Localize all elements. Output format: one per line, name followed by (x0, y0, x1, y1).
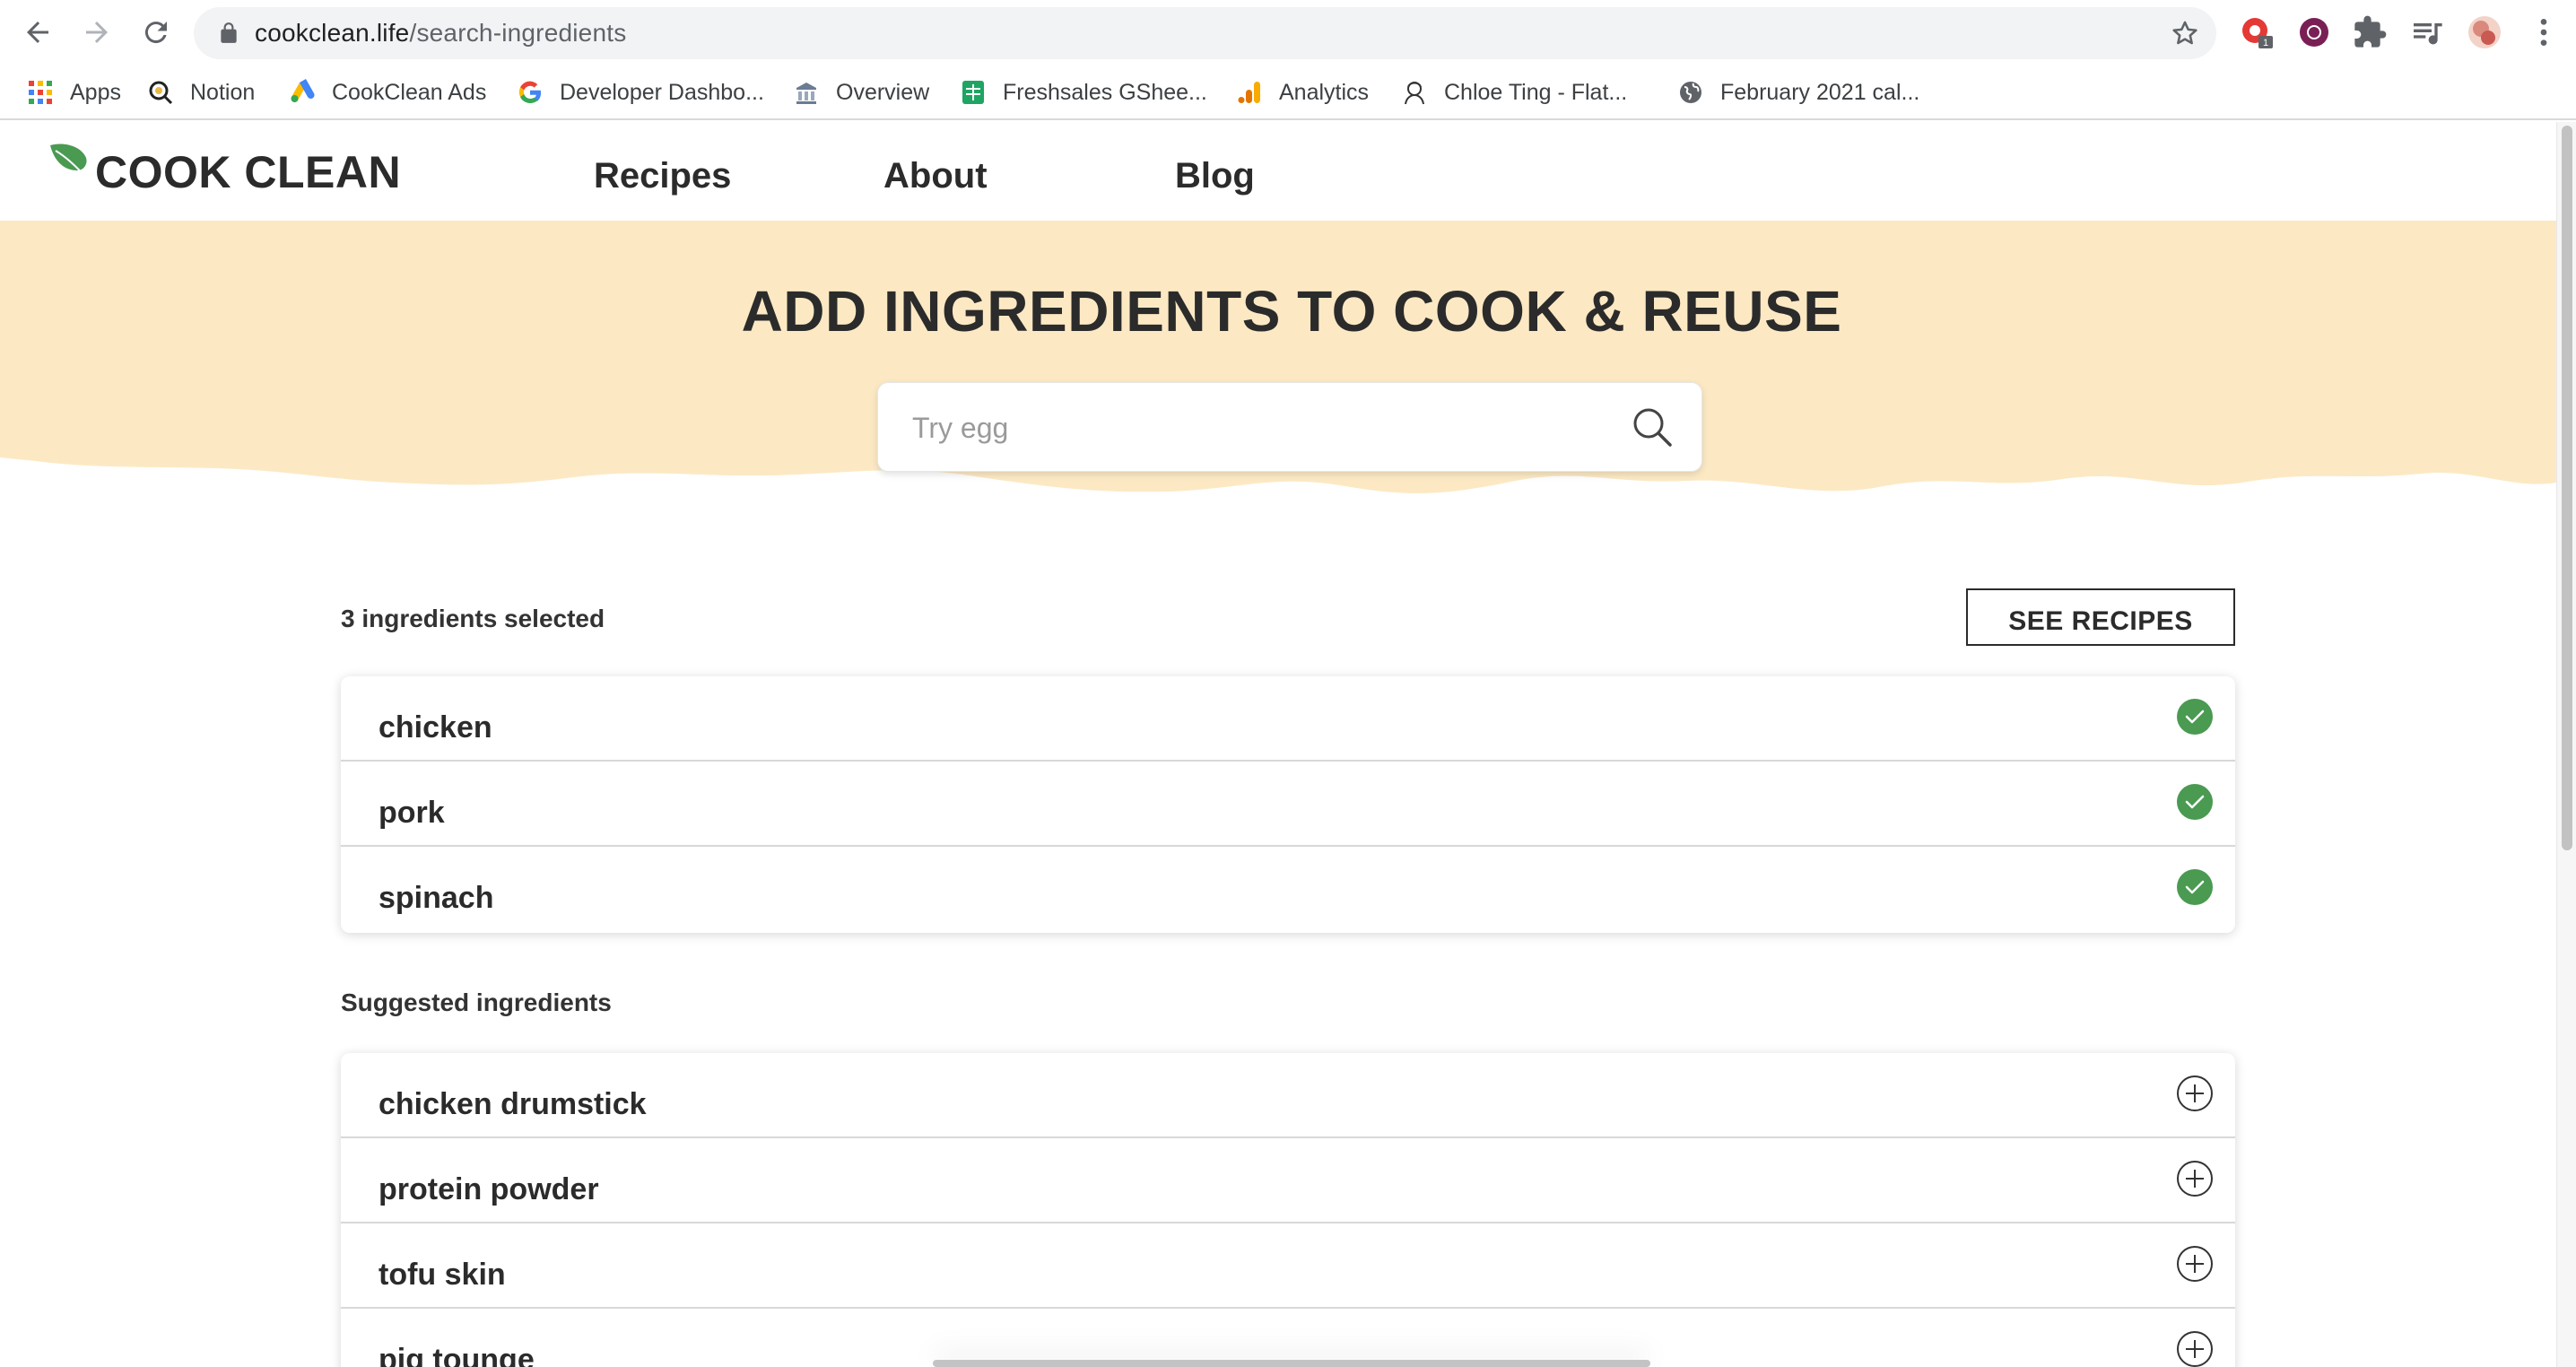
selected-count-label: 3 ingredients selected (341, 605, 605, 632)
hero-title: ADD INGREDIENTS TO COOK & REUSE (741, 279, 1842, 344)
nav-about[interactable]: About (883, 154, 988, 197)
bookmark-label: CookClean Ads (332, 79, 487, 105)
media-control-button[interactable] (2407, 13, 2447, 52)
ingredient-name: spinach (379, 881, 494, 915)
suggested-ingredient-row[interactable]: pig tounge (341, 1309, 2235, 1367)
page-viewport: COOK CLEAN Recipes About Blog ADD INGRED… (0, 122, 2576, 1367)
bookmark-february-calendar[interactable]: February 2021 cal... (1677, 74, 1919, 111)
address-bar[interactable]: cookclean.life/search-ingredients (194, 7, 2216, 59)
forward-button[interactable] (68, 4, 126, 61)
extension-red-icon: 1 (2242, 18, 2273, 48)
nav-recipes[interactable]: Recipes (594, 154, 731, 197)
site-header: COOK CLEAN Recipes About Blog (0, 122, 2556, 221)
plus-circle-icon[interactable] (2176, 1075, 2214, 1112)
apps-grid-icon (27, 79, 54, 106)
logo-text: COOK CLEAN (95, 147, 402, 197)
suggested-ingredient-row[interactable]: protein powder (341, 1138, 2235, 1223)
extensions-button[interactable] (2350, 13, 2389, 52)
arrow-left-icon (27, 22, 48, 43)
url-text[interactable]: cookclean.life/search-ingredients (255, 7, 626, 59)
playlist-icon (2414, 23, 2442, 45)
nav-blog[interactable]: Blog (1175, 154, 1255, 197)
plus-circle-icon[interactable] (2176, 1245, 2214, 1283)
url-host: cookclean.life (255, 19, 410, 47)
browser-menu-button[interactable] (2524, 13, 2563, 52)
google-sheets-icon (960, 79, 987, 106)
selected-ingredient-row[interactable]: chicken (341, 676, 2235, 762)
bookmark-label: Analytics (1279, 79, 1370, 105)
bookmark-label: Notion (190, 79, 256, 105)
search-icon[interactable] (1630, 405, 1675, 449)
bookmark-freshsales-gsheet[interactable]: Freshsales GShee... (960, 74, 1207, 111)
reload-icon (144, 22, 167, 44)
see-recipes-button[interactable]: SEE RECIPES (1966, 588, 2235, 646)
bookmark-developer-dashboard[interactable]: Developer Dashbo... (517, 74, 764, 111)
google-icon (517, 79, 544, 106)
suggested-ingredient-row[interactable]: tofu skin (341, 1223, 2235, 1309)
plus-circle-icon[interactable] (2176, 1160, 2214, 1197)
ingredient-name: tofu skin (379, 1258, 506, 1292)
suggested-ingredients-list: chicken drumstick protein powder tofu sk… (341, 1053, 2235, 1367)
page-scrollbar[interactable] (2556, 122, 2576, 1367)
extension-purple-button[interactable] (2294, 13, 2334, 52)
bookmark-label: Overview (836, 79, 930, 105)
bookmark-label: February 2021 cal... (1720, 79, 1920, 105)
selected-ingredient-row[interactable]: spinach (341, 847, 2235, 932)
bookmark-chloe-ting[interactable]: Chloe Ting - Flat... (1401, 74, 1627, 111)
bookmark-cookclean-ads[interactable]: CookClean Ads (289, 74, 486, 111)
ingredient-name: pork (379, 796, 445, 830)
leaf-icon (50, 144, 87, 178)
bookmark-notion[interactable]: Notion (147, 74, 255, 111)
suggested-label: Suggested ingredients (341, 988, 612, 1016)
chloe-ting-icon (1401, 79, 1428, 106)
check-circle-icon[interactable] (2176, 698, 2214, 736)
bookmark-label: Chloe Ting - Flat... (1444, 79, 1628, 105)
bookmark-apps[interactable]: Apps (27, 74, 121, 111)
selected-ingredient-row[interactable]: pork (341, 762, 2235, 847)
extension-badge-button[interactable]: 1 (2237, 13, 2276, 52)
kebab-menu-icon (2540, 19, 2547, 46)
google-ads-icon (289, 79, 316, 106)
bookmarks-bar: Apps Notion CookClean Ads Developer Dash… (0, 65, 2576, 120)
analytics-icon (1236, 79, 1263, 106)
ingredient-name: protein powder (379, 1172, 599, 1206)
plus-circle-icon[interactable] (2176, 1330, 2214, 1367)
ingredient-name: chicken drumstick (379, 1087, 647, 1121)
bookmark-star-icon[interactable] (2170, 18, 2200, 48)
arrow-right-icon (86, 22, 108, 43)
suggested-ingredient-row[interactable]: chicken drumstick (341, 1053, 2235, 1138)
globe-icon (1677, 79, 1704, 106)
reload-button[interactable] (127, 4, 185, 61)
selected-ingredients-list: chicken pork spinach (341, 676, 2235, 933)
ingredient-search-input[interactable] (912, 383, 1594, 473)
overview-icon (793, 79, 820, 106)
browser-toolbar: cookclean.life/search-ingredients 1 (0, 0, 2576, 65)
extension-purple-icon (2300, 18, 2328, 47)
notion-icon (147, 79, 174, 106)
bottom-popup-edge (933, 1360, 1650, 1367)
ingredient-name: chicken (379, 710, 492, 744)
extension-badge-count: 1 (2263, 38, 2268, 48)
url-path: /search-ingredients (409, 19, 627, 47)
check-circle-icon[interactable] (2176, 783, 2214, 821)
puzzle-icon (2354, 15, 2387, 48)
bookmark-label: Apps (70, 79, 121, 105)
site-logo[interactable]: COOK CLEAN (48, 144, 402, 199)
ingredient-name: pig tounge (379, 1343, 535, 1367)
ingredient-search-box (877, 382, 1702, 473)
lock-icon (221, 22, 237, 43)
bookmark-label: Freshsales GShee... (1003, 79, 1207, 105)
scrollbar-thumb[interactable] (2562, 126, 2572, 850)
bookmark-overview[interactable]: Overview (793, 74, 929, 111)
avatar-icon (2468, 16, 2501, 48)
bookmark-analytics[interactable]: Analytics (1236, 74, 1369, 111)
profile-avatar-button[interactable] (2465, 13, 2504, 52)
back-button[interactable] (9, 4, 66, 61)
bookmark-label: Developer Dashbo... (560, 79, 764, 105)
check-circle-icon[interactable] (2176, 868, 2214, 906)
